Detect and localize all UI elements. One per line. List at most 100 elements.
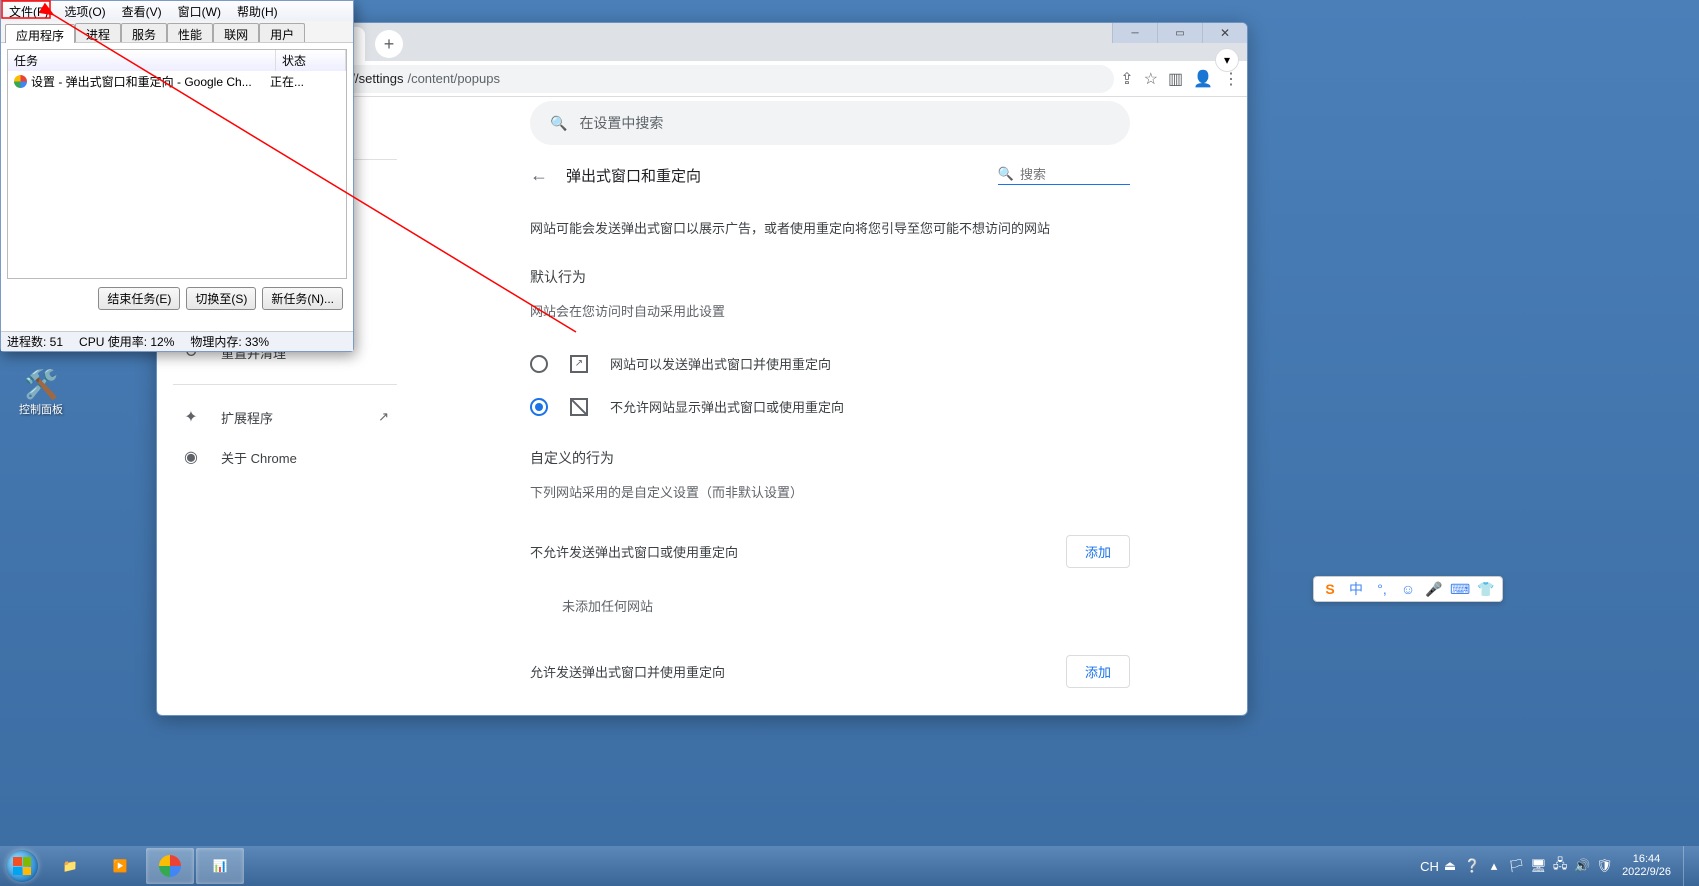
radio-label: 不允许网站显示弹出式窗口或使用重定向 (610, 397, 844, 416)
back-button[interactable]: ← (530, 165, 548, 186)
clock-date: 2022/9/26 (1622, 866, 1671, 879)
tray-chevron-up-icon[interactable]: ▴ (1486, 858, 1502, 874)
status-processes: 进程数: 51 (7, 333, 63, 350)
tray-clock[interactable]: 16:44 2022/9/26 (1622, 853, 1671, 879)
ime-mic-icon[interactable]: 🎤 (1424, 581, 1444, 598)
desktop-icon-label: 控制面板 (19, 404, 63, 416)
settings-search[interactable]: 🔍 在设置中搜索 (530, 101, 1130, 145)
task-manager-window: 文件(F) 选项(O) 查看(V) 窗口(W) 帮助(H) 应用程序 进程 服务… (0, 0, 354, 352)
custom-heading: 自定义的行为 (530, 448, 1130, 468)
menu-help[interactable]: 帮助(H) (229, 1, 286, 21)
mini-search[interactable]: 🔍 (998, 166, 1130, 185)
omnibox[interactable]: ◯ Chrome://settings/content/popups (267, 65, 1114, 93)
taskbar-chrome[interactable] (146, 848, 194, 884)
chrome-icon: ◉ (181, 447, 201, 467)
default-behavior-sub: 网站会在您访问时自动采用此设置 (530, 301, 1130, 320)
menu-bar: 文件(F) 选项(O) 查看(V) 窗口(W) 帮助(H) (1, 1, 353, 21)
new-task-button[interactable]: 新任务(N)... (262, 287, 343, 310)
close-button[interactable]: ✕ (1202, 23, 1247, 43)
allow-section-title: 允许发送弹出式窗口并使用重定向 (530, 662, 725, 681)
menu-file[interactable]: 文件(F) (1, 1, 56, 21)
tray-volume-icon[interactable]: 🔊 (1574, 858, 1590, 874)
search-placeholder: 在设置中搜索 (579, 113, 663, 133)
show-desktop-button[interactable] (1683, 846, 1693, 886)
system-tray: CH ⏏ ❔ ▴ 🏳 🖥 🖧 🔊 🛡 16:44 2022/9/26 (1420, 846, 1697, 886)
tab-applications[interactable]: 应用程序 (5, 24, 75, 43)
new-tab-button[interactable]: + (375, 30, 403, 58)
tab-processes[interactable]: 进程 (75, 23, 121, 42)
url-path: /content/popups (407, 71, 500, 86)
tray-network-icon[interactable]: 🖧 (1552, 855, 1568, 877)
tray-action-icon[interactable]: 🏳 (1508, 858, 1524, 874)
switch-to-button[interactable]: 切换至(S) (186, 287, 256, 310)
ime-lang[interactable]: 中 (1346, 579, 1366, 599)
col-task[interactable]: 任务 (8, 50, 276, 71)
share-icon[interactable]: ⇪ (1120, 69, 1133, 89)
tray-lang[interactable]: CH (1420, 859, 1436, 874)
list-header: 任务 状态 (8, 50, 346, 71)
settings-content: 🔍 在设置中搜索 ← 弹出式窗口和重定向 🔍 网站可能会发送弹出式窗口以展示广告… (413, 97, 1247, 715)
task-row[interactable]: 设置 - 弹出式窗口和重定向 - Google Ch... 正在... (8, 71, 346, 92)
windows-logo-icon (6, 850, 38, 882)
maximize-button[interactable]: ▭ (1157, 23, 1202, 43)
search-icon: 🔍 (998, 166, 1014, 182)
tray-help-icon[interactable]: ❔ (1464, 858, 1480, 874)
ime-emoji-icon[interactable]: ☺ (1398, 581, 1418, 597)
toolbar-right: ⇪ ☆ ▥ 👤 ⋮ (1120, 69, 1239, 89)
start-button[interactable] (2, 846, 42, 886)
desktop-icon-control-panel[interactable]: 🛠️ 控制面板 (6, 368, 76, 417)
task-name: 设置 - 弹出式窗口和重定向 - Google Ch... (31, 73, 252, 90)
add-allowed-button[interactable]: 添加 (1066, 655, 1130, 688)
chevron-down-icon[interactable]: ▾ (1215, 48, 1239, 72)
custom-sub: 下列网站采用的是自定义设置（而非默认设置） (530, 482, 1130, 501)
radio-option-allow[interactable]: ↗ 网站可以发送弹出式窗口并使用重定向 (530, 342, 1130, 385)
bookmark-icon[interactable]: ☆ (1144, 69, 1158, 89)
clock-time: 16:44 (1622, 853, 1671, 866)
profile-icon[interactable]: 👤 (1193, 69, 1213, 89)
control-panel-icon: 🛠️ (6, 368, 76, 401)
open-external-icon: ↗ (378, 409, 389, 425)
page-description: 网站可能会发送弹出式窗口以展示广告，或者使用重定向将您引导至您可能不想访问的网站 (530, 218, 1130, 237)
radio-option-block[interactable]: 不允许网站显示弹出式窗口或使用重定向 (530, 385, 1130, 428)
end-task-button[interactable]: 结束任务(E) (98, 287, 180, 310)
ime-keyboard-icon[interactable]: ⌨ (1450, 581, 1470, 598)
page-title: 弹出式窗口和重定向 (566, 165, 980, 186)
block-empty: 未添加任何网站 (530, 580, 1130, 643)
popup-open-icon: ↗ (570, 355, 588, 373)
minimize-button[interactable]: ─ (1112, 23, 1157, 43)
menu-window[interactable]: 窗口(W) (170, 1, 229, 21)
ime-punct-icon[interactable]: °, (1372, 581, 1392, 597)
taskbar: 📁 ▶️ 📊 CH ⏏ ❔ ▴ 🏳 🖥 🖧 🔊 🛡 16:44 2022/9/2… (0, 846, 1699, 886)
tab-networking[interactable]: 联网 (213, 23, 259, 42)
sidebar-item-about[interactable]: ◉ 关于 Chrome (157, 437, 401, 477)
status-bar: 进程数: 51 CPU 使用率: 12% 物理内存: 33% (1, 331, 353, 351)
sidebar-item-label: 关于 Chrome (221, 448, 297, 467)
radio-selected-icon (530, 398, 548, 416)
tab-users[interactable]: 用户 (259, 23, 305, 42)
taskbar-media-player[interactable]: ▶️ (96, 848, 144, 884)
tab-services[interactable]: 服务 (121, 23, 167, 42)
ime-toolbar[interactable]: S 中 °, ☺ 🎤 ⌨ 👕 (1313, 576, 1503, 602)
menu-options[interactable]: 选项(O) (56, 1, 113, 21)
taskbar-taskmanager[interactable]: 📊 (196, 848, 244, 884)
sogou-icon[interactable]: S (1320, 581, 1340, 597)
task-list[interactable]: 任务 状态 设置 - 弹出式窗口和重定向 - Google Ch... 正在..… (7, 49, 347, 279)
allow-empty: 未添加任何网站 (530, 700, 1130, 715)
tray-monitor-icon[interactable]: 🖥 (1530, 858, 1546, 874)
ime-skin-icon[interactable]: 👕 (1476, 581, 1496, 598)
radio-label: 网站可以发送弹出式窗口并使用重定向 (610, 354, 831, 373)
mini-search-input[interactable] (1020, 167, 1130, 182)
popup-block-icon (570, 398, 588, 416)
divider (173, 384, 397, 385)
menu-view[interactable]: 查看(V) (114, 1, 170, 21)
tray-eject-icon[interactable]: ⏏ (1442, 858, 1458, 874)
sidebar-item-extensions[interactable]: ✦ 扩展程序 ↗ (157, 397, 401, 437)
side-panel-icon[interactable]: ▥ (1168, 69, 1183, 89)
search-icon: 🔍 (550, 115, 567, 132)
col-status[interactable]: 状态 (276, 50, 346, 71)
default-behavior-heading: 默认行为 (530, 267, 1130, 287)
tab-performance[interactable]: 性能 (167, 23, 213, 42)
tray-shield-icon[interactable]: 🛡 (1596, 858, 1612, 874)
taskbar-explorer[interactable]: 📁 (46, 848, 94, 884)
add-blocked-button[interactable]: 添加 (1066, 535, 1130, 568)
